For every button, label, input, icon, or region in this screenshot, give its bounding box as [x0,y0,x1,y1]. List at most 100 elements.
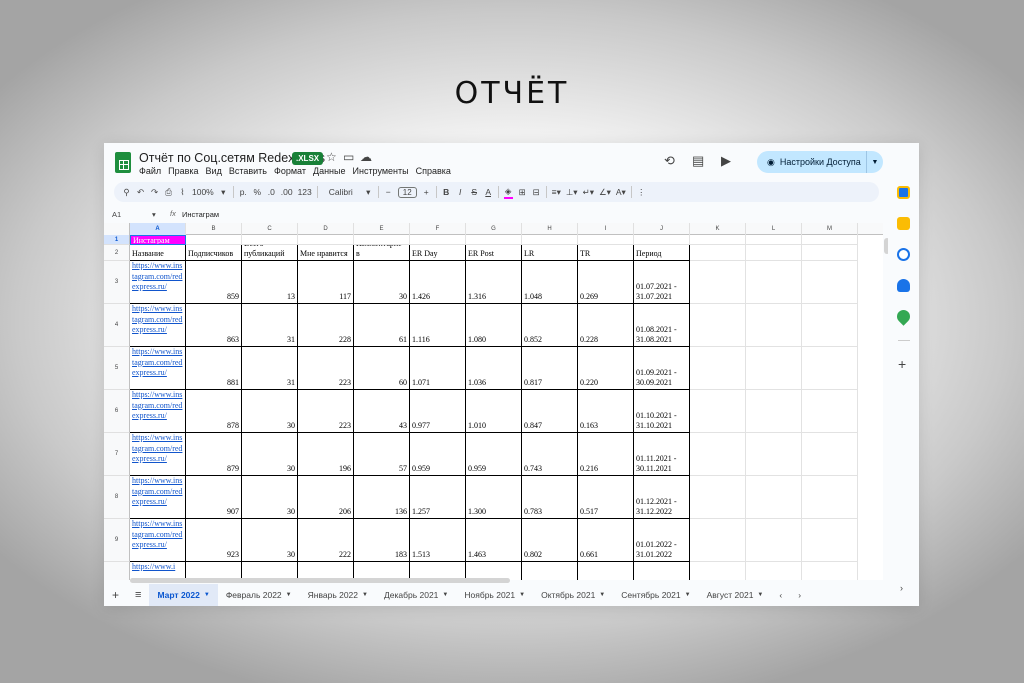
tab-caret-icon[interactable]: ▼ [362,592,368,598]
empty-cell[interactable] [242,235,298,245]
data-cell[interactable]: 0.220 [578,347,634,390]
sheet-tab[interactable]: Сентябрь 2021 ▼ [613,590,698,600]
paint-format-icon[interactable]: ⌇ [178,187,187,198]
row-header[interactable]: 5 [104,347,130,390]
tasks-icon[interactable] [897,248,910,261]
row-header[interactable]: 2 [104,245,130,261]
data-cell[interactable]: 01.10.2021 - 31.10.2021 [634,390,690,433]
data-cell[interactable]: 907 [186,476,242,519]
tab-caret-icon[interactable]: ▼ [685,592,691,598]
data-cell[interactable]: 136 [354,476,410,519]
data-cell[interactable]: 01.08.2021 - 31.08.2021 [634,304,690,347]
column-title-cell[interactable]: ER Post [466,245,522,261]
horizontal-align-icon[interactable]: ≡▾ [552,187,561,198]
data-cell[interactable]: 01.07.2021 - 31.07.2021 [634,261,690,304]
data-cell[interactable]: 1.300 [466,476,522,519]
data-cell[interactable]: 1.257 [410,476,466,519]
data-cell[interactable]: 879 [186,433,242,476]
empty-cell[interactable] [802,433,858,476]
row-header[interactable]: 1 [104,235,130,245]
menu-file[interactable]: Файл [139,166,161,176]
column-header[interactable]: I [578,223,634,235]
column-title-cell[interactable]: ER Day [410,245,466,261]
all-sheets-icon[interactable]: ≡ [127,589,149,601]
url-cell[interactable]: https://www.instagram.com/redexpress.ru/ [130,261,186,304]
url-cell[interactable]: https://www.instagram.com/redexpress.ru/ [130,304,186,347]
data-cell[interactable]: 1.426 [410,261,466,304]
column-header[interactable]: E [354,223,410,235]
data-cell[interactable]: 228 [298,304,354,347]
column-title-cell[interactable]: TR [578,245,634,261]
empty-cell[interactable] [690,562,746,580]
tab-caret-icon[interactable]: ▼ [204,592,210,598]
share-dropdown-icon[interactable]: ▼ [866,151,883,173]
name-box-caret-icon[interactable]: ▾ [152,210,156,219]
empty-cell[interactable] [746,562,802,580]
data-cell[interactable]: 0.852 [522,304,578,347]
empty-cell[interactable] [690,261,746,304]
empty-cell[interactable] [578,562,634,580]
sheet-tab[interactable]: Март 2022 ▼ [149,584,218,606]
redo-icon[interactable]: ↷ [150,187,159,198]
empty-cell[interactable] [802,390,858,433]
comments-icon[interactable]: ▤ [692,153,704,169]
column-header[interactable]: H [522,223,578,235]
empty-cell[interactable] [802,476,858,519]
meet-icon[interactable]: ▶ [721,153,731,169]
data-cell[interactable]: 01.01.2022 - 31.01.2022 [634,519,690,562]
data-cell[interactable]: 30 [354,261,410,304]
menu-edit[interactable]: Правка [168,166,198,176]
empty-cell[interactable] [690,245,746,261]
empty-cell[interactable] [690,304,746,347]
tab-caret-icon[interactable]: ▼ [442,592,448,598]
column-header[interactable]: M [802,223,858,235]
add-on-plus-icon[interactable]: + [898,356,906,372]
empty-cell[interactable] [746,476,802,519]
data-cell[interactable]: 881 [186,347,242,390]
merge-cells-icon[interactable]: ⊟ [532,187,541,198]
cell-a1[interactable]: Инстаграм [130,235,186,245]
column-header[interactable]: D [298,223,354,235]
decrease-decimal-button[interactable]: .0 [267,187,276,197]
empty-cell[interactable] [522,562,578,580]
column-title-cell[interactable]: Период [634,245,690,261]
column-title-cell[interactable]: Подписчиков [186,245,242,261]
sheet-tab[interactable]: Ноябрь 2021 ▼ [456,590,533,600]
column-title-cell[interactable]: Мне нравится [298,245,354,261]
data-cell[interactable]: 1.080 [466,304,522,347]
data-cell[interactable]: 1.036 [466,347,522,390]
scroll-tabs-right-icon[interactable]: › [790,590,809,600]
menu-insert[interactable]: Вставить [229,166,267,176]
data-cell[interactable]: 117 [298,261,354,304]
data-cell[interactable]: 223 [298,347,354,390]
empty-cell[interactable] [746,235,802,245]
data-cell[interactable]: 222 [298,519,354,562]
empty-cell[interactable] [466,235,522,245]
history-icon[interactable]: ⟲ [664,153,675,169]
empty-cell[interactable] [690,390,746,433]
data-cell[interactable]: 1.513 [410,519,466,562]
data-cell[interactable]: 30 [242,390,298,433]
fill-color-icon[interactable]: ◈ [503,186,513,199]
currency-format-button[interactable]: р. [239,187,248,197]
data-cell[interactable]: 1.463 [466,519,522,562]
move-folder-icon[interactable]: ▭ [343,151,354,163]
strikethrough-icon[interactable]: S [470,187,479,197]
column-title-cell[interactable]: Комментарие в [354,245,410,261]
empty-cell[interactable] [746,347,802,390]
row-header[interactable]: 4 [104,304,130,347]
data-cell[interactable]: 31 [242,347,298,390]
data-cell[interactable]: 0.802 [522,519,578,562]
tab-caret-icon[interactable]: ▼ [286,592,292,598]
sheets-logo-icon[interactable] [115,152,131,173]
zoom-caret-icon[interactable]: ▾ [219,187,228,198]
search-icon[interactable]: ⚲ [122,187,131,198]
url-cell[interactable]: https://www.instagram.com/redexpress.ru/ [130,433,186,476]
data-cell[interactable]: 30 [242,433,298,476]
font-select[interactable]: Calibri [323,187,359,197]
empty-cell[interactable] [746,245,802,261]
horizontal-scrollbar[interactable] [130,578,510,583]
empty-cell[interactable] [690,519,746,562]
print-icon[interactable]: ⎙ [164,187,173,198]
data-cell[interactable]: 13 [242,261,298,304]
